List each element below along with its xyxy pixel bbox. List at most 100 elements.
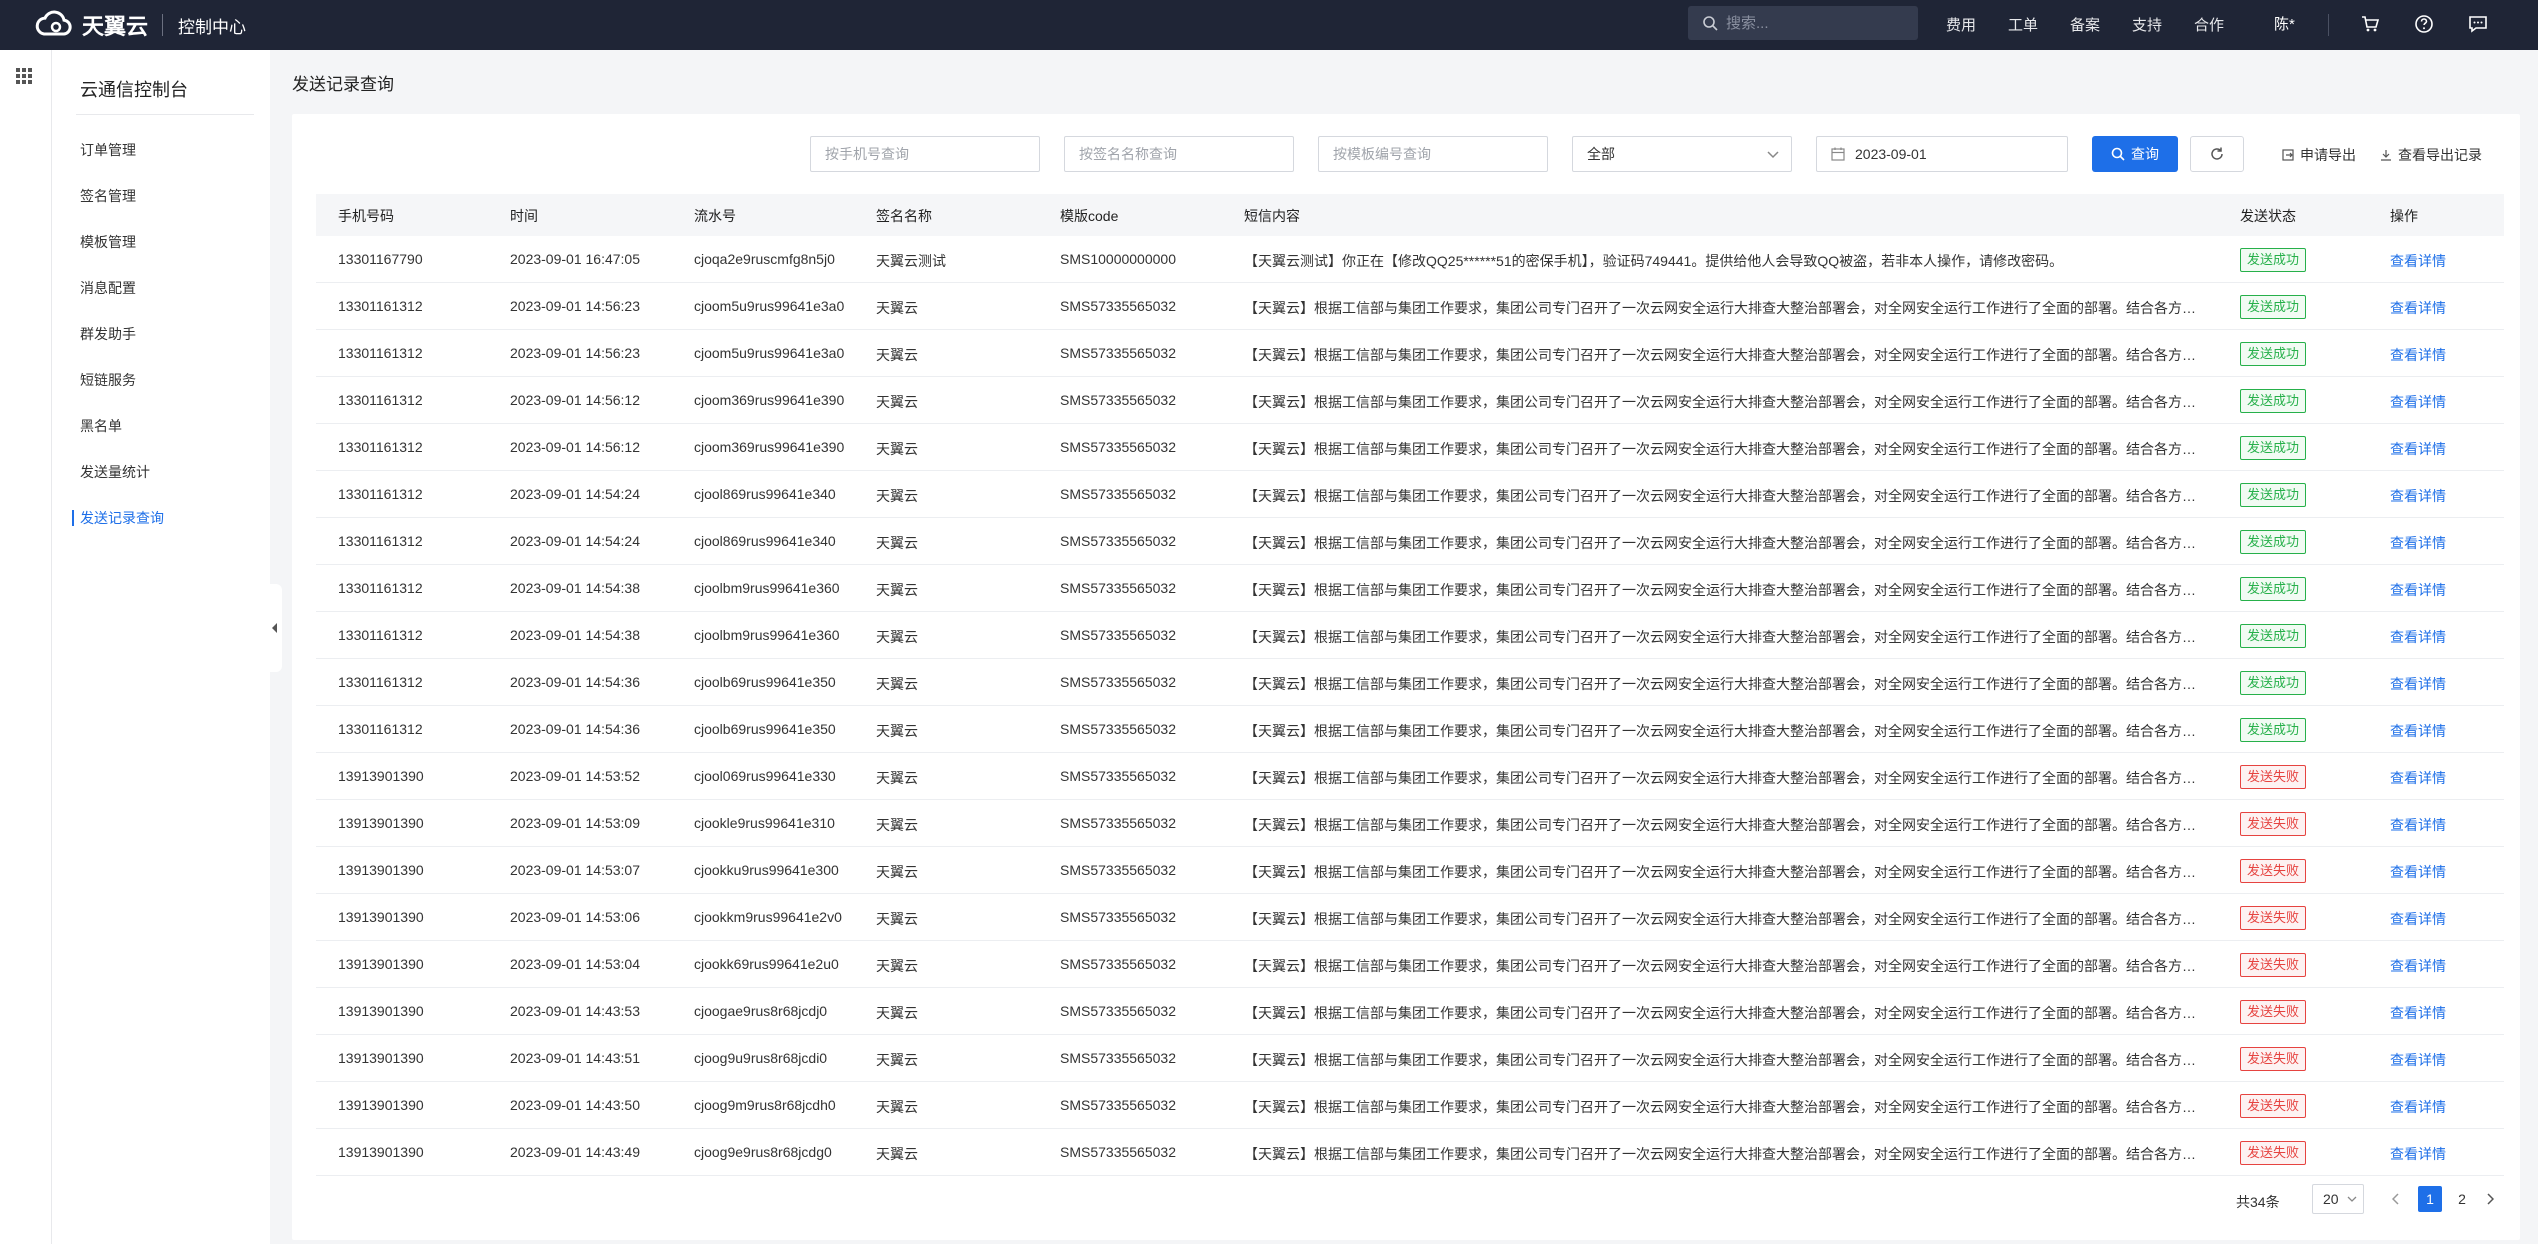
page-size-value: 20 bbox=[2323, 1191, 2339, 1207]
view-detail-link[interactable]: 查看详情 bbox=[2390, 345, 2446, 365]
cell-phone: 13913901390 bbox=[338, 1144, 424, 1160]
sidebar-item-bulk-send[interactable]: 群发助手 bbox=[80, 324, 136, 344]
table-row: 13301161312 2023-09-01 14:56:23 cjoom5u9ru… bbox=[316, 330, 2504, 377]
view-detail-link[interactable]: 查看详情 bbox=[2390, 392, 2446, 412]
nav-support[interactable]: 支持 bbox=[2132, 14, 2162, 35]
cell-template-code: SMS57335565032 bbox=[1060, 1050, 1176, 1066]
cloud-logo-icon bbox=[35, 10, 72, 36]
view-detail-link[interactable]: 查看详情 bbox=[2390, 909, 2446, 929]
view-export-records-button[interactable]: 查看导出记录 bbox=[2380, 145, 2482, 165]
sidebar-item-blacklist[interactable]: 黑名单 bbox=[80, 416, 122, 436]
view-detail-link[interactable]: 查看详情 bbox=[2390, 1003, 2446, 1023]
cell-template-code: SMS57335565032 bbox=[1060, 815, 1176, 831]
phone-search-input[interactable] bbox=[825, 146, 1031, 162]
nav-partner[interactable]: 合作 bbox=[2194, 14, 2224, 35]
sidebar-item-short-link[interactable]: 短链服务 bbox=[80, 370, 136, 390]
nav-billing[interactable]: 费用 bbox=[1946, 14, 1976, 35]
view-detail-link[interactable]: 查看详情 bbox=[2390, 862, 2446, 882]
cell-serial: cjoom5u9rus99641e3a0 bbox=[694, 345, 845, 361]
status-badge: 发送失败 bbox=[2240, 859, 2307, 883]
view-detail-link[interactable]: 查看详情 bbox=[2390, 533, 2446, 553]
view-detail-link[interactable]: 查看详情 bbox=[2390, 1097, 2446, 1117]
apply-export-button[interactable]: 申请导出 bbox=[2282, 145, 2356, 165]
cell-serial: cjoom369rus99641e390 bbox=[694, 439, 845, 455]
cell-content: 【天翼云】根据工信部与集团工作要求，集团公司专门召开了一次云网安全运行大排查大整… bbox=[1244, 817, 2204, 833]
sidebar-item-orders[interactable]: 订单管理 bbox=[80, 140, 136, 160]
view-detail-link[interactable]: 查看详情 bbox=[2390, 815, 2446, 835]
view-detail-link[interactable]: 查看详情 bbox=[2390, 486, 2446, 506]
status-badge: 发送成功 bbox=[2240, 577, 2307, 601]
brand-logo[interactable]: 天翼云 bbox=[32, 7, 148, 43]
col-template-code: 模版code bbox=[1060, 208, 1119, 224]
view-detail-link[interactable]: 查看详情 bbox=[2390, 1050, 2446, 1070]
phone-filter[interactable] bbox=[810, 136, 1040, 172]
sidebar-item-signatures[interactable]: 签名管理 bbox=[80, 186, 136, 206]
cell-time: 2023-09-01 14:56:12 bbox=[510, 392, 640, 408]
cell-time: 2023-09-01 14:54:36 bbox=[510, 674, 640, 690]
sidebar-collapse-handle[interactable] bbox=[268, 584, 282, 672]
sidebar-item-templates[interactable]: 模板管理 bbox=[80, 232, 136, 252]
cell-time: 2023-09-01 14:54:38 bbox=[510, 627, 640, 643]
view-detail-link[interactable]: 查看详情 bbox=[2390, 956, 2446, 976]
view-detail-link[interactable]: 查看详情 bbox=[2390, 439, 2446, 459]
view-detail-link[interactable]: 查看详情 bbox=[2390, 298, 2446, 318]
cell-sign: 天翼云 bbox=[876, 488, 918, 504]
status-badge: 发送失败 bbox=[2240, 765, 2307, 789]
page-1-button[interactable]: 1 bbox=[2418, 1186, 2442, 1212]
search-icon bbox=[1703, 16, 1718, 31]
col-serial: 流水号 bbox=[694, 208, 736, 224]
cell-time: 2023-09-01 14:56:23 bbox=[510, 298, 640, 314]
nav-filing[interactable]: 备案 bbox=[2070, 14, 2100, 35]
sign-search-input[interactable] bbox=[1079, 146, 1285, 162]
sign-filter[interactable] bbox=[1064, 136, 1294, 172]
user-name[interactable]: 陈* bbox=[2274, 13, 2295, 34]
view-detail-link[interactable]: 查看详情 bbox=[2390, 1144, 2446, 1164]
cart-icon[interactable] bbox=[2358, 12, 2382, 36]
sidebar-item-send-stats[interactable]: 发送量统计 bbox=[80, 462, 150, 482]
status-badge: 发送成功 bbox=[2240, 624, 2307, 648]
cell-time: 2023-09-01 14:53:06 bbox=[510, 909, 640, 925]
apps-grid-icon[interactable] bbox=[16, 68, 32, 84]
table-row: 13913901390 2023-09-01 14:43:51 cjoog9u9ru… bbox=[316, 1035, 2504, 1082]
cell-time: 2023-09-01 14:43:49 bbox=[510, 1144, 640, 1160]
view-detail-link[interactable]: 查看详情 bbox=[2390, 674, 2446, 694]
cell-time: 2023-09-01 14:43:53 bbox=[510, 1003, 640, 1019]
refresh-button[interactable] bbox=[2190, 136, 2244, 172]
cell-content: 【天翼云】根据工信部与集团工作要求，集团公司专门召开了一次云网安全运行大排查大整… bbox=[1244, 864, 2204, 880]
nav-tickets[interactable]: 工单 bbox=[2008, 14, 2038, 35]
global-search[interactable] bbox=[1688, 6, 1918, 40]
cell-template-code: SMS57335565032 bbox=[1060, 862, 1176, 878]
sidebar-item-send-records[interactable]: 发送记录查询 bbox=[80, 508, 164, 528]
query-button[interactable]: 查询 bbox=[2092, 136, 2178, 172]
sidebar-item-message-config[interactable]: 消息配置 bbox=[80, 278, 136, 298]
cell-serial: cjoolbm9rus99641e360 bbox=[694, 580, 840, 596]
cell-serial: cjoog9u9rus8r68jcdi0 bbox=[694, 1050, 828, 1066]
template-filter[interactable] bbox=[1318, 136, 1548, 172]
cell-serial: cjoolb69rus99641e350 bbox=[694, 674, 836, 690]
status-select[interactable]: 全部 bbox=[1572, 136, 1792, 172]
cell-phone: 13301161312 bbox=[338, 392, 423, 408]
view-detail-link[interactable]: 查看详情 bbox=[2390, 768, 2446, 788]
help-icon[interactable] bbox=[2412, 12, 2436, 36]
date-picker[interactable]: 2023-09-01 bbox=[1816, 136, 2068, 172]
next-page-button[interactable] bbox=[2482, 1190, 2498, 1208]
page-2-button[interactable]: 2 bbox=[2450, 1186, 2474, 1212]
prev-page-button[interactable] bbox=[2388, 1190, 2404, 1208]
console-title[interactable]: 控制中心 bbox=[178, 13, 246, 38]
cell-content: 【天翼云】根据工信部与集团工作要求，集团公司专门召开了一次云网安全运行大排查大整… bbox=[1244, 1005, 2204, 1021]
search-input[interactable] bbox=[1726, 14, 1906, 32]
message-icon[interactable] bbox=[2466, 12, 2490, 36]
view-detail-link[interactable]: 查看详情 bbox=[2390, 580, 2446, 600]
page-size-select[interactable]: 20 bbox=[2312, 1184, 2364, 1214]
view-detail-link[interactable]: 查看详情 bbox=[2390, 251, 2446, 271]
table-row: 13301161312 2023-09-01 14:56:12 cjoom369ru… bbox=[316, 424, 2504, 471]
cell-serial: cjookkm9rus99641e2v0 bbox=[694, 909, 842, 925]
cell-serial: cjool869rus99641e340 bbox=[694, 486, 836, 502]
cell-content: 【天翼云】根据工信部与集团工作要求，集团公司专门召开了一次云网安全运行大排查大整… bbox=[1244, 1052, 2204, 1068]
template-search-input[interactable] bbox=[1333, 146, 1539, 162]
view-detail-link[interactable]: 查看详情 bbox=[2390, 627, 2446, 647]
cell-phone: 13913901390 bbox=[338, 1097, 424, 1113]
view-detail-link[interactable]: 查看详情 bbox=[2390, 721, 2446, 741]
brand-name: 天翼云 bbox=[82, 14, 149, 39]
cell-sign: 天翼云 bbox=[876, 394, 918, 410]
